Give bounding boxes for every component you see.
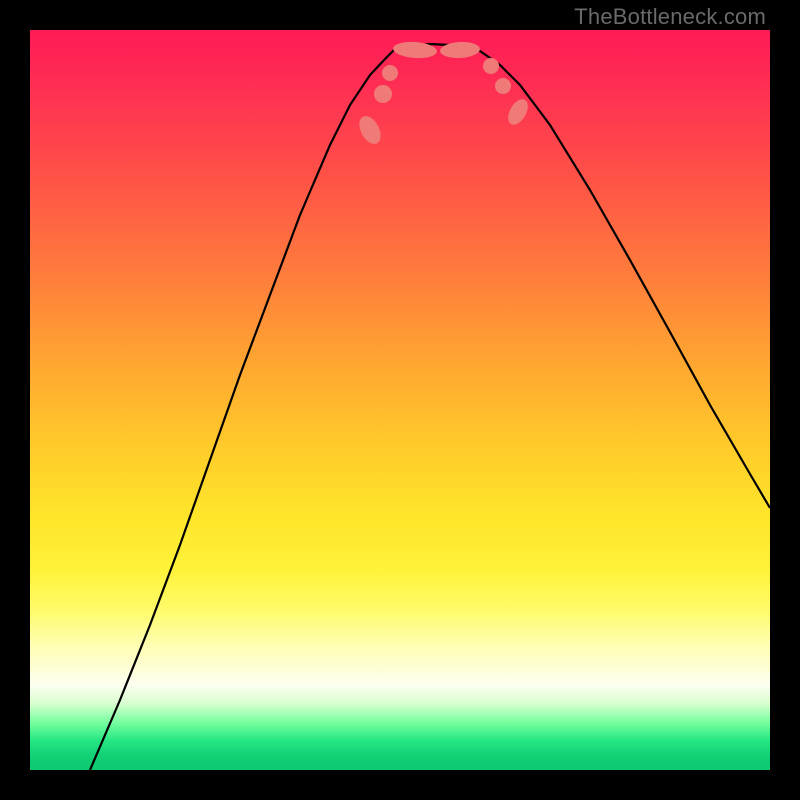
curve-layer bbox=[30, 30, 770, 770]
curve-left bbox=[90, 50, 394, 770]
data-marker bbox=[355, 113, 385, 148]
watermark-text: TheBottleneck.com bbox=[574, 4, 766, 30]
curve-right bbox=[480, 51, 770, 508]
data-marker bbox=[483, 58, 499, 74]
chart-frame: TheBottleneck.com bbox=[0, 0, 800, 800]
data-marker bbox=[374, 85, 392, 103]
plot-area bbox=[30, 30, 770, 770]
marker-group bbox=[355, 40, 532, 147]
data-marker bbox=[504, 96, 532, 128]
data-marker bbox=[382, 65, 398, 81]
data-marker bbox=[495, 78, 511, 94]
data-marker bbox=[440, 41, 481, 59]
